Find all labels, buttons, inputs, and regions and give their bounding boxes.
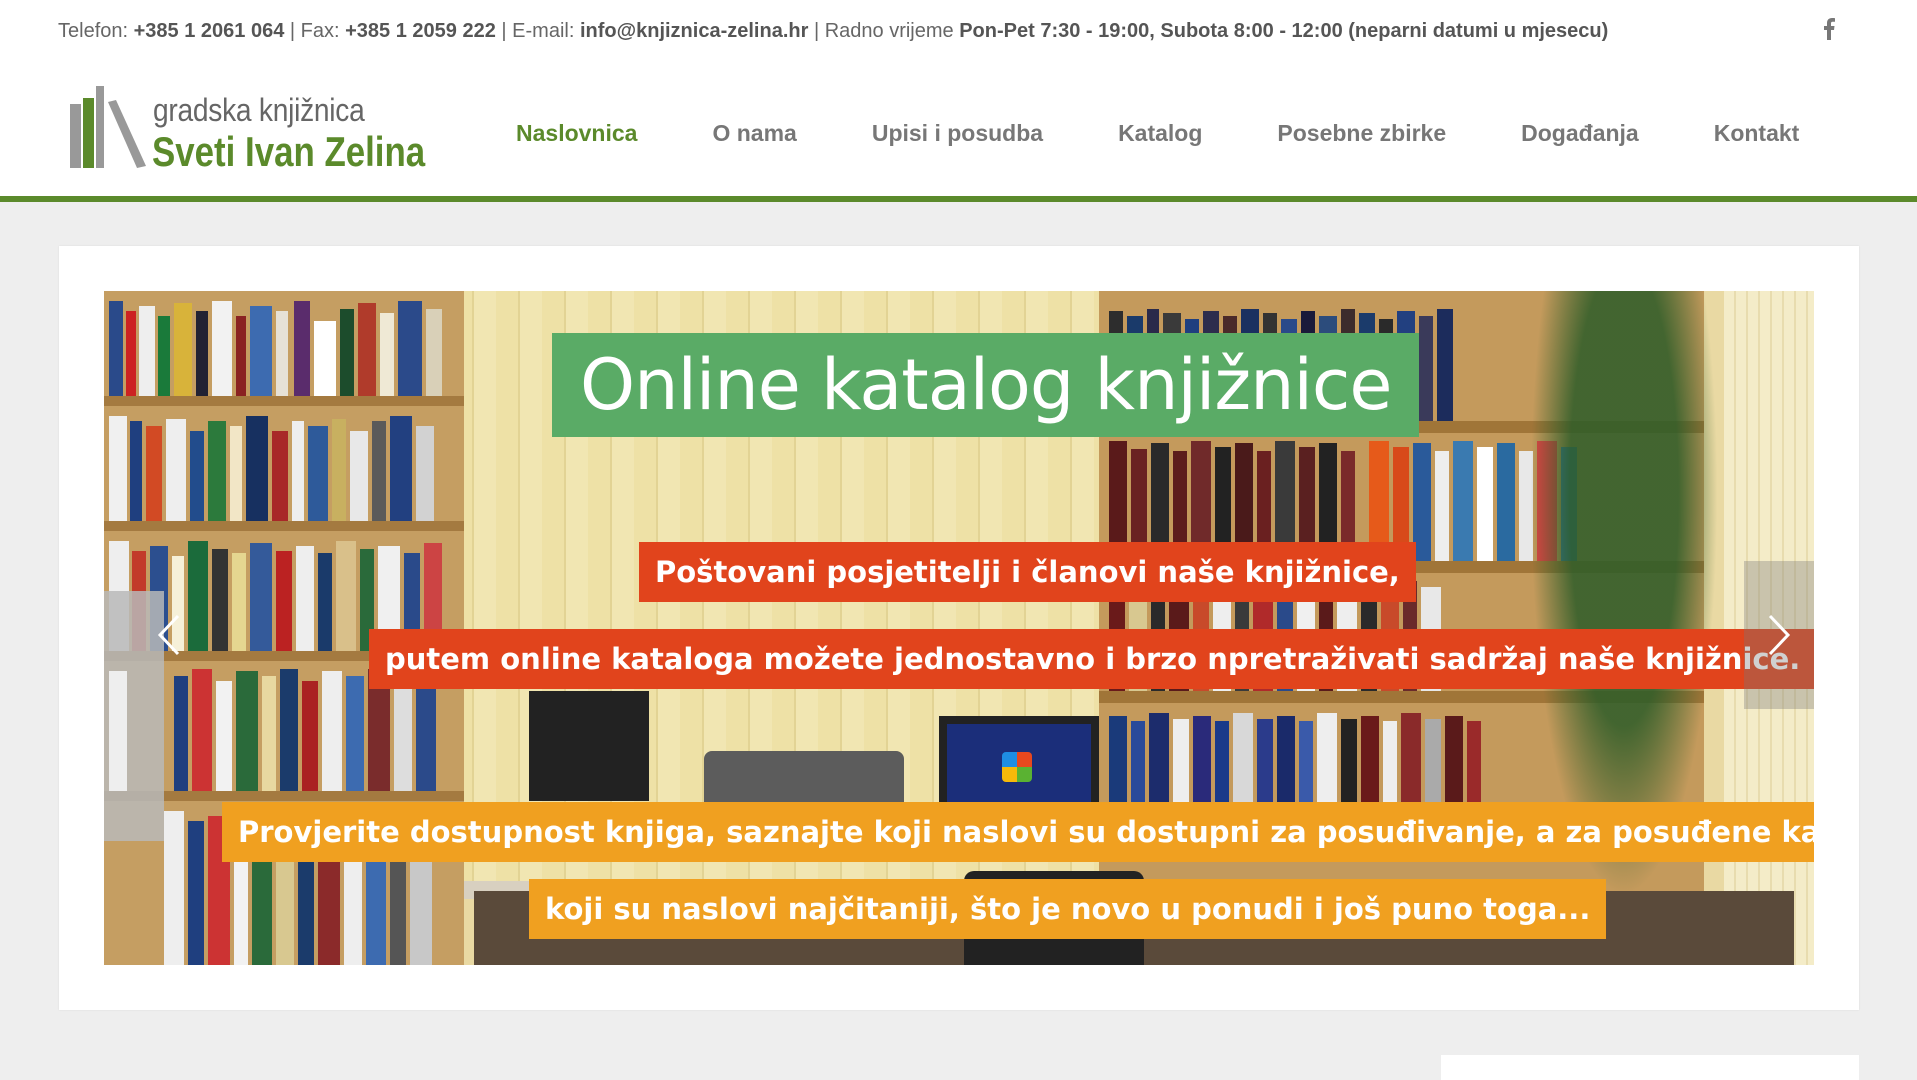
- monitor-dark: [529, 691, 649, 801]
- slide-caption-line2: putem online kataloga možete jednostavno…: [369, 629, 1814, 689]
- opening-hours: Pon-Pet 7:30 - 19:00, Subota 8:00 - 12:0…: [959, 20, 1609, 42]
- phone-label: Telefon:: [58, 20, 129, 42]
- image-slider[interactable]: Online katalog knjižnice Poštovani posje…: [104, 291, 1814, 965]
- site-header: gradska knjižnica Sveti Ivan Zelina Nasl…: [0, 62, 1917, 202]
- books-logo-icon: [70, 86, 146, 168]
- email-label: E-mail:: [512, 20, 575, 42]
- nav-item-o-nama[interactable]: O nama: [712, 120, 796, 147]
- chevron-right-icon: [1768, 614, 1791, 656]
- separator: |: [501, 20, 507, 42]
- separator: |: [289, 20, 296, 42]
- separator: |: [813, 20, 820, 42]
- email-link[interactable]: info@knjiznica-zelina.hr: [580, 20, 808, 42]
- phone-number: +385 1 2061 064: [133, 20, 285, 42]
- contact-info: Telefon: +385 1 2061 064 | Fax: +385 1 2…: [58, 20, 1608, 43]
- nav-item-posebne-zbirke[interactable]: Posebne zbirke: [1277, 120, 1446, 147]
- slide-caption-line3: Provjerite dostupnost knjiga, saznajte k…: [222, 802, 1814, 862]
- slider-next-button[interactable]: [1744, 561, 1814, 709]
- nav-item-dogadanja[interactable]: Događanja: [1521, 120, 1639, 147]
- nav-item-kontakt[interactable]: Kontakt: [1714, 120, 1800, 147]
- slider-prev-button[interactable]: [134, 561, 204, 709]
- facebook-icon-glyph: [1824, 18, 1835, 40]
- slide-caption-line4: koji su naslovi najčitaniji, što je novo…: [529, 879, 1607, 939]
- nav-item-upisi-i-posudba[interactable]: Upisi i posudba: [872, 120, 1043, 147]
- plant-decoration: [1514, 291, 1734, 965]
- hours-label: Radno vrijeme: [824, 20, 954, 42]
- facebook-icon[interactable]: [1821, 18, 1837, 44]
- logo-title: Sveti Ivan Zelina: [152, 128, 426, 175]
- site-logo[interactable]: gradska knjižnica Sveti Ivan Zelina: [70, 80, 430, 180]
- nav-item-katalog[interactable]: Katalog: [1118, 120, 1202, 147]
- chevron-left-icon: [157, 614, 180, 656]
- logo-subtitle: gradska knjižnica: [153, 92, 365, 128]
- main-navigation: Naslovnica O nama Upisi i posudba Katalo…: [516, 120, 1799, 147]
- fax-label: Fax:: [300, 20, 340, 42]
- nav-item-naslovnica[interactable]: Naslovnica: [516, 120, 637, 147]
- sidebar-widget: [1441, 1055, 1859, 1080]
- slide-title: Online katalog knjižnice: [552, 333, 1420, 437]
- fax-number: +385 1 2059 222: [345, 20, 496, 42]
- slide-caption-line1: Poštovani posjetitelji i članovi naše kn…: [639, 542, 1416, 602]
- content-card: Online katalog knjižnice Poštovani posje…: [59, 246, 1859, 1010]
- top-info-bar: Telefon: +385 1 2061 064 | Fax: +385 1 2…: [0, 0, 1917, 62]
